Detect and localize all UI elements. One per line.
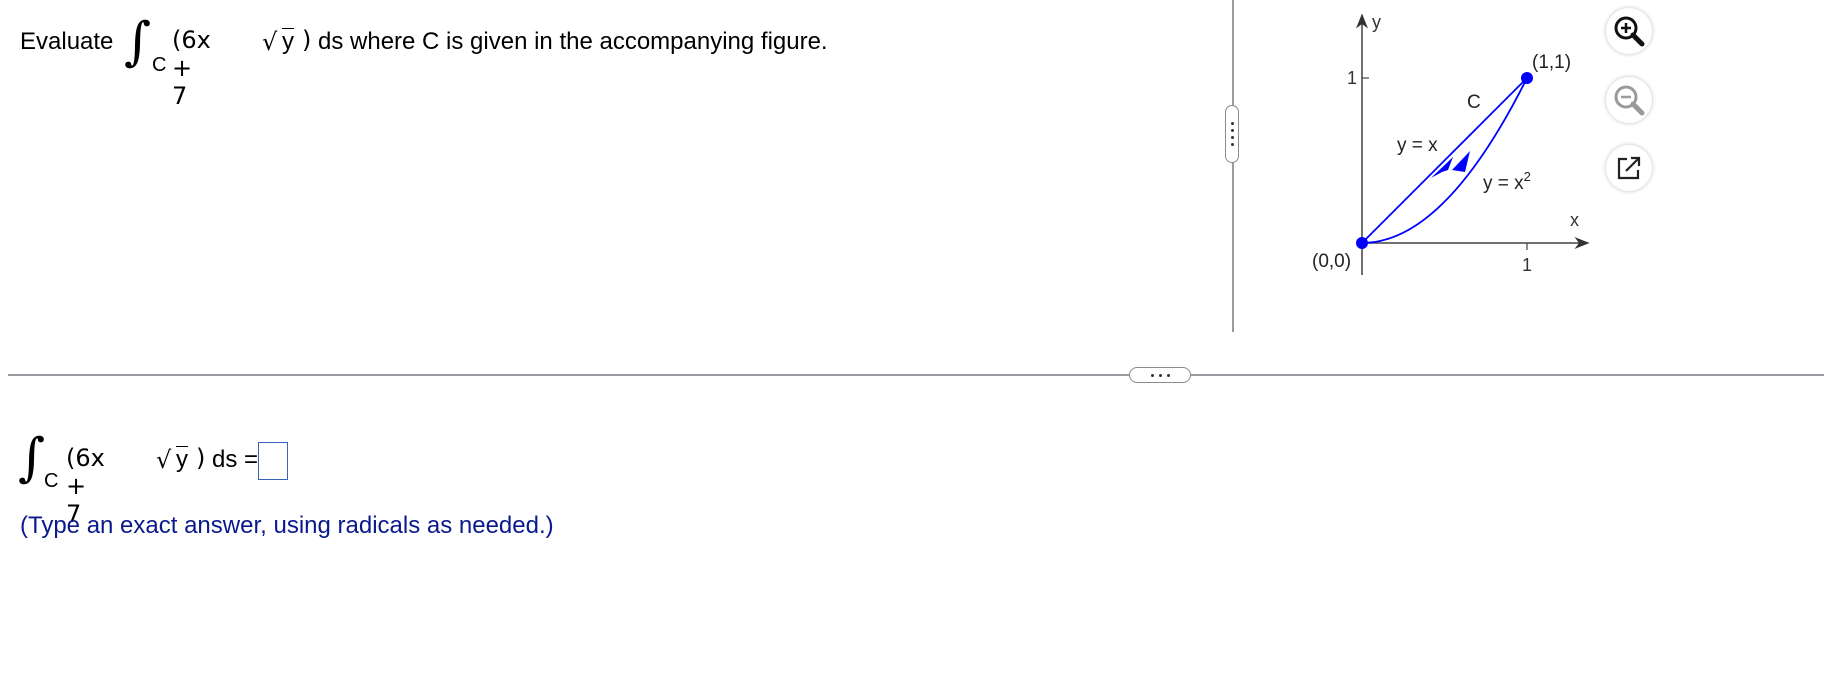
radicand: y: [282, 28, 294, 55]
answer-input[interactable]: [258, 442, 288, 480]
question-suffix: ds where C is given in the accompanying …: [318, 28, 828, 55]
zoom-in-button[interactable]: [1606, 8, 1652, 54]
popout-button[interactable]: [1606, 145, 1652, 191]
origin-label: (0,0): [1312, 251, 1351, 272]
answer-integral-subscript: C: [44, 470, 59, 492]
answer-radical-sign: √: [156, 446, 172, 474]
radical-sign: √: [262, 28, 278, 56]
end-point: [1521, 72, 1533, 84]
axis-y-label: y: [1372, 12, 1381, 32]
parabola-label-base: y = x: [1483, 173, 1524, 194]
integrand-open: (6x + 7: [172, 26, 211, 110]
answer-hint: (Type an exact answer, using radicals as…: [20, 512, 554, 539]
vertical-divider: [1232, 0, 1234, 332]
horizontal-divider: [8, 374, 1824, 376]
line-direction-arrow-head: [1431, 157, 1453, 178]
answer-integral-sign: ∫: [18, 428, 46, 488]
line-label: y = x: [1397, 135, 1438, 156]
origin-point: [1356, 237, 1368, 249]
figure: 1 1 y x (0,0) (1,1) C y = x y = x2: [1312, 12, 1590, 275]
vertical-resize-handle[interactable]: [1225, 105, 1239, 163]
horizontal-resize-handle[interactable]: [1129, 367, 1191, 383]
parabola-label: y = x2: [1483, 169, 1531, 194]
popout-icon: [1617, 156, 1641, 180]
answer-integrand-close: ): [196, 444, 206, 472]
tick-x-label: 1: [1522, 255, 1532, 275]
zoom-out-icon: [1614, 85, 1645, 116]
answer-tail: ds =: [212, 446, 259, 473]
integrand-close: ): [302, 26, 312, 54]
zoom-in-icon: [1614, 16, 1645, 47]
integral-sign: ∫: [124, 12, 152, 72]
integral-subscript: C: [152, 54, 167, 76]
tick-y-label: 1: [1347, 68, 1357, 88]
answer-radicand: y: [176, 446, 188, 473]
axis-x-label: x: [1570, 210, 1579, 230]
line-y-equals-x: [1361, 77, 1528, 244]
zoom-out-button[interactable]: [1606, 77, 1652, 123]
question-prefix: Evaluate: [20, 28, 114, 55]
point-label: (1,1): [1532, 52, 1571, 73]
curve-label: C: [1467, 92, 1481, 113]
parabola-direction-arrow: [1452, 151, 1470, 172]
parabola-label-exp: 2: [1524, 169, 1531, 184]
